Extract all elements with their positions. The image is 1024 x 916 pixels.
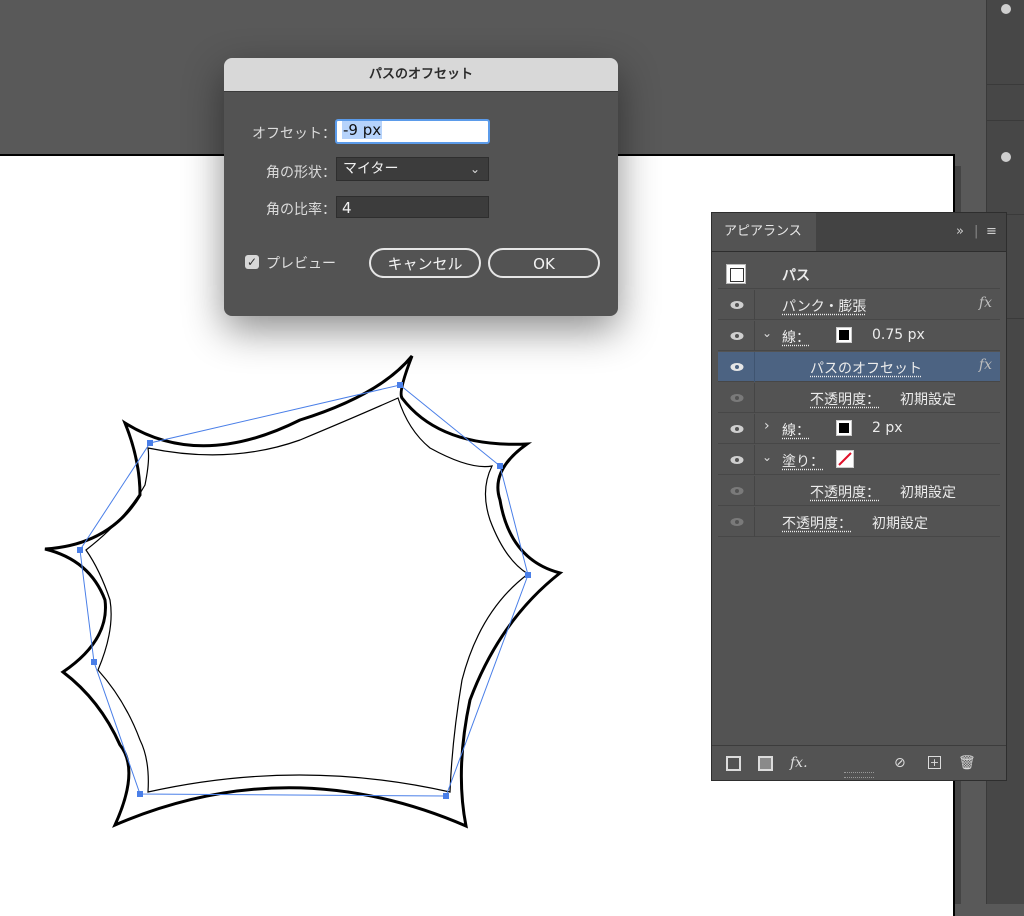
new-fill-icon[interactable] xyxy=(758,756,773,771)
joins-value: マイター xyxy=(343,161,399,177)
appearance-row-offset-path[interactable]: パスのオフセット fx xyxy=(718,352,1000,382)
opacity-value: 初期設定 xyxy=(872,516,928,532)
divider-icon: | xyxy=(974,224,979,239)
panel-header: アピアランス » | ≡ xyxy=(712,213,1006,252)
new-stroke-icon[interactable] xyxy=(726,756,741,771)
miter-value: 4 xyxy=(342,199,352,217)
row-label[interactable]: 不透明度： xyxy=(782,513,852,533)
appearance-row-object-opacity[interactable]: 不透明度： 初期設定 xyxy=(718,507,1000,537)
duplicate-icon[interactable]: + xyxy=(928,756,941,769)
joins-label: 角の形状： xyxy=(266,165,336,181)
stroke-swatch[interactable] xyxy=(836,420,852,436)
appearance-row-stroke[interactable]: ⌄ 線： 0.75 px xyxy=(718,321,1000,351)
appearance-row-fill[interactable]: ⌄ 塗り： xyxy=(718,445,1000,475)
offset-value: -9 px xyxy=(342,121,383,139)
dialog-title: パスのオフセット xyxy=(224,58,618,92)
tab-appearance[interactable]: アピアランス xyxy=(712,213,816,251)
chevron-down-icon[interactable]: ⌄ xyxy=(762,326,772,340)
eye-icon[interactable] xyxy=(730,515,744,529)
preview-checkbox[interactable]: ✓ xyxy=(245,255,259,269)
ok-button[interactable]: OK xyxy=(488,248,600,278)
fx-icon[interactable]: fx xyxy=(979,295,992,311)
eye-icon[interactable] xyxy=(730,298,744,312)
opacity-value: 初期設定 xyxy=(900,485,956,501)
stroke-weight[interactable]: 0.75 px xyxy=(872,327,925,343)
appearance-row-opacity[interactable]: 不透明度： 初期設定 xyxy=(718,383,1000,413)
selection-outline xyxy=(79,384,529,797)
preview-label: プレビュー xyxy=(266,256,336,272)
chevron-right-icon[interactable]: › xyxy=(764,418,770,434)
joins-select[interactable]: マイター ⌄ xyxy=(336,157,489,181)
panel-footer: fx. ⊘ + 🗑 xyxy=(712,745,1006,780)
eye-icon[interactable] xyxy=(730,360,744,374)
stroke-weight[interactable]: 2 px xyxy=(872,420,903,436)
object-thumbnail-icon xyxy=(726,264,746,284)
row-label[interactable]: 不透明度： xyxy=(810,389,880,409)
offset-path-dialog: パスのオフセット オフセット： -9 px 角の形状： マイター ⌄ 角の比率：… xyxy=(224,58,618,316)
appearance-row-stroke-2[interactable]: › 線： 2 px xyxy=(718,414,1000,444)
eye-icon[interactable] xyxy=(730,453,744,467)
stroke-swatch[interactable] xyxy=(836,327,852,343)
trash-icon[interactable]: 🗑 xyxy=(958,755,976,771)
panel-object-row[interactable]: パス xyxy=(718,259,1000,289)
row-label[interactable]: パスのオフセット xyxy=(810,358,922,378)
object-type-label: パス xyxy=(782,268,810,284)
resize-grip[interactable] xyxy=(844,772,874,778)
eye-icon[interactable] xyxy=(730,329,744,343)
appearance-row-punk[interactable]: パンク・膨張 fx xyxy=(718,290,1000,320)
eye-icon[interactable] xyxy=(730,422,744,436)
appearance-row-fill-opacity[interactable]: 不透明度： 初期設定 xyxy=(718,476,1000,506)
inner-offset-path xyxy=(85,397,530,793)
panel-menu-icon[interactable]: ≡ xyxy=(986,224,997,239)
clear-icon[interactable]: ⊘ xyxy=(894,755,906,771)
fx-icon[interactable]: fx xyxy=(979,357,992,373)
row-label[interactable]: 線： xyxy=(782,420,810,440)
opacity-value: 初期設定 xyxy=(900,392,956,408)
chevron-down-icon: ⌄ xyxy=(469,162,480,176)
eye-icon[interactable] xyxy=(730,391,744,405)
outer-punk-path xyxy=(44,355,564,829)
appearance-panel: アピアランス » | ≡ パス パンク・膨張 fx ⌄ 線： 0.75 px パ… xyxy=(711,212,1007,781)
row-label[interactable]: 線： xyxy=(782,327,810,347)
fill-none-swatch[interactable] xyxy=(836,450,854,468)
chevron-down-icon[interactable]: ⌄ xyxy=(762,450,772,464)
collapse-icon[interactable]: » xyxy=(956,224,964,239)
row-label[interactable]: パンク・膨張 xyxy=(782,296,866,316)
row-label[interactable]: 不透明度： xyxy=(810,482,880,502)
miter-label: 角の比率： xyxy=(266,202,336,218)
offset-label: オフセット： xyxy=(252,126,336,142)
row-label[interactable]: 塗り： xyxy=(782,451,824,471)
fx-icon[interactable]: fx. xyxy=(790,755,808,771)
offset-input[interactable]: -9 px xyxy=(335,119,490,144)
cancel-button[interactable]: キャンセル xyxy=(369,248,481,278)
eye-icon[interactable] xyxy=(730,484,744,498)
miter-input[interactable]: 4 xyxy=(336,196,489,218)
